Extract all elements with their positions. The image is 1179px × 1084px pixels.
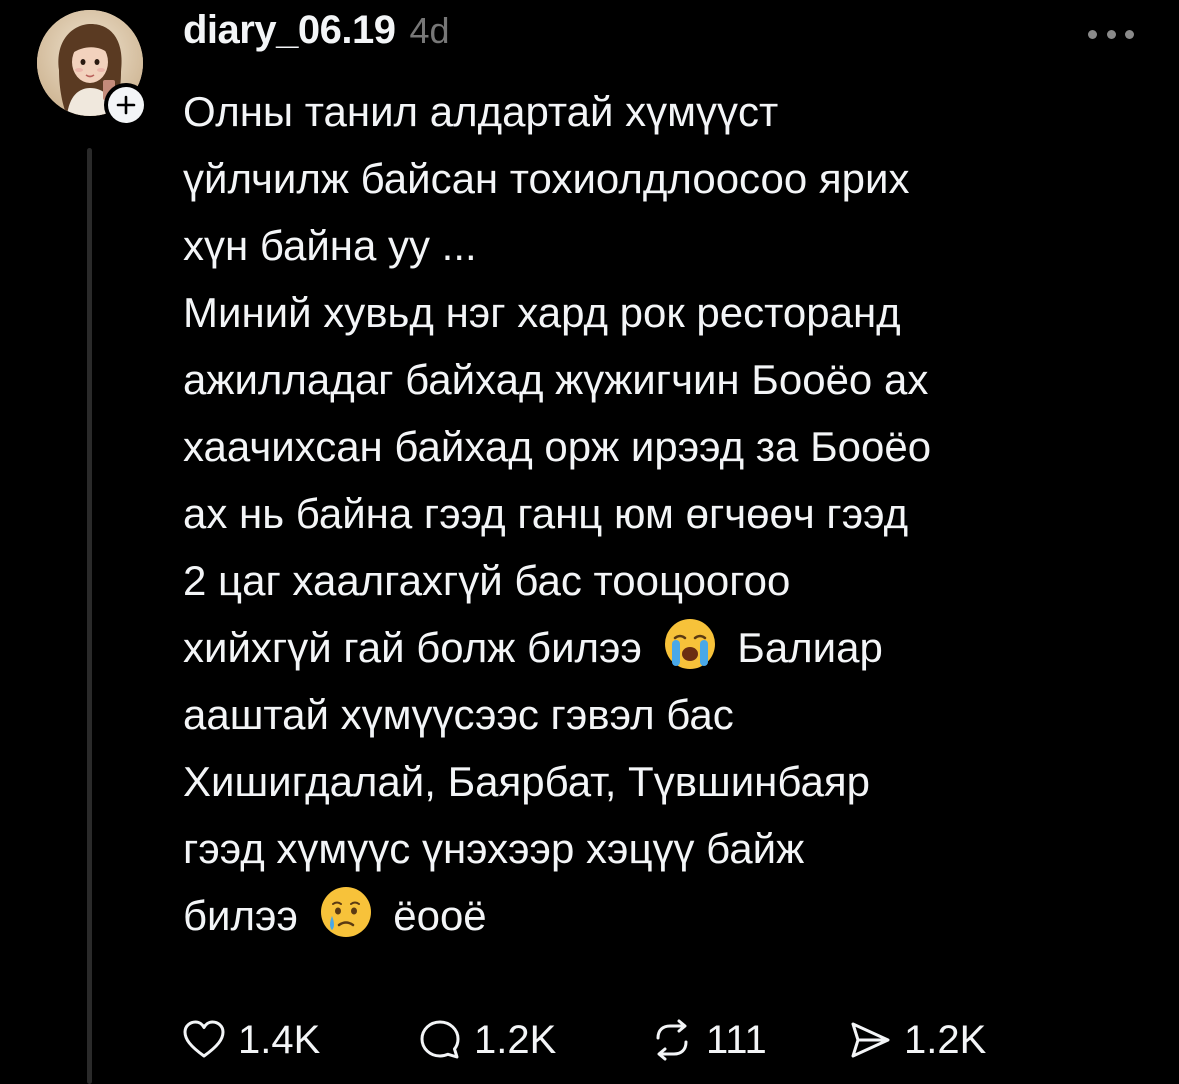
post-line: үйлчилж байсан тохиолдлоосоо ярих bbox=[183, 155, 910, 202]
reply-button[interactable]: 1.2K bbox=[416, 1012, 556, 1068]
thread-post: diary_06.19 4d Олны танил алдартай хүмүү… bbox=[0, 0, 1179, 1084]
post-line: билээ ёооё bbox=[183, 882, 1158, 949]
author-avatar-wrap[interactable] bbox=[37, 10, 148, 127]
send-icon bbox=[851, 1022, 890, 1058]
post-header: diary_06.19 4d bbox=[183, 8, 450, 64]
post-line-text: хийхгүй гай болж билээ bbox=[183, 624, 642, 671]
like-count: 1.4K bbox=[238, 1017, 321, 1062]
post-line-text: Балиар bbox=[737, 624, 883, 671]
like-button[interactable]: 1.4K bbox=[180, 1012, 320, 1068]
share-button[interactable]: 1.2K bbox=[846, 1012, 986, 1068]
post-line: хүн байна уу ... bbox=[183, 222, 477, 269]
post-line: хийхгүй гай болж билээ Балиар bbox=[183, 614, 1158, 681]
thread-line bbox=[87, 148, 92, 1084]
repost-button[interactable]: 111 bbox=[648, 1012, 767, 1068]
loudly-crying-face-icon bbox=[664, 619, 715, 669]
post-body: Олны танил алдартай хүмүүст үйлчилж байс… bbox=[183, 78, 1158, 949]
more-options-icon[interactable] bbox=[1088, 22, 1134, 46]
post-line: ажилладаг байхад жүжигчин Бооёо ах bbox=[183, 356, 929, 403]
post-line-text: ёооё bbox=[393, 892, 487, 939]
reply-count: 1.2K bbox=[474, 1017, 557, 1062]
follow-button[interactable] bbox=[104, 83, 148, 127]
post-line: ах нь байна гээд ганц юм өгчөөч гээд bbox=[183, 490, 909, 537]
post-line: Хишигдалай, Баярбат, Түвшинбаяр bbox=[183, 758, 870, 805]
post-line: Олны танил алдартай хүмүүст bbox=[183, 88, 779, 135]
crying-face-icon bbox=[320, 887, 371, 937]
post-line: 2 цаг хаалгахгүй бас тооцоогоо bbox=[183, 557, 791, 604]
username[interactable]: diary_06.19 bbox=[183, 8, 396, 53]
post-actions: 1.4K 1.2K 111 1.2K bbox=[180, 1012, 1080, 1068]
post-line: хаачихсан байхад орж ирээд за Бооёо bbox=[183, 423, 932, 470]
comment-icon bbox=[420, 1020, 460, 1059]
heart-icon bbox=[183, 1020, 225, 1058]
share-count: 1.2K bbox=[904, 1017, 987, 1062]
post-time: 4d bbox=[409, 10, 450, 51]
repost-count: 111 bbox=[706, 1017, 767, 1062]
plus-icon bbox=[108, 87, 144, 123]
post-line: Миний хувьд нэг хард рок ресторанд bbox=[183, 289, 901, 336]
post-line: ааштай хүмүүсээс гэвэл бас bbox=[183, 691, 734, 738]
post-line: гээд хүмүүс үнэхээр хэцүү байж bbox=[183, 825, 805, 872]
post-line-text: билээ bbox=[183, 892, 298, 939]
repost-icon bbox=[656, 1019, 688, 1061]
